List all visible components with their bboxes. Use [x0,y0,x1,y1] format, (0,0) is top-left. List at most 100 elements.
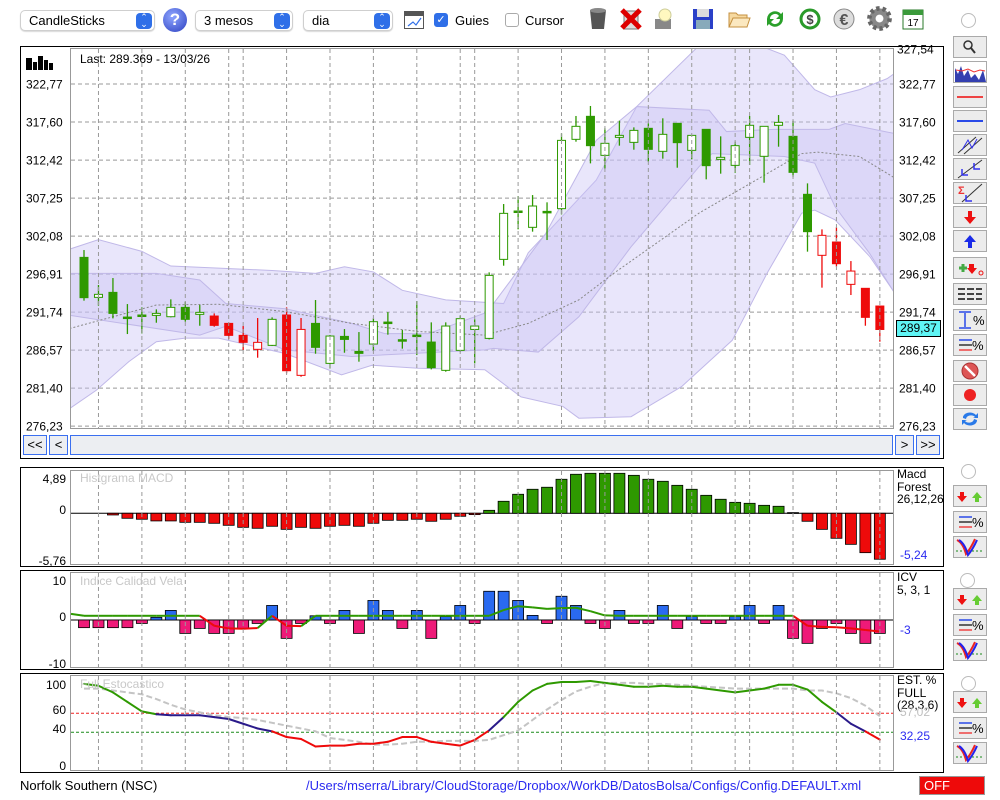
icv-title: Indice Calidad Vela [80,574,183,588]
icv-line-segment [70,612,85,617]
add-signal-button[interactable] [953,257,987,279]
stoch-k-segment [140,710,158,716]
price-tick-label: 291,74 [899,306,936,320]
stoch-k-segment [386,736,404,743]
sum-trendline-button[interactable]: Σ [953,182,987,204]
lines-percent-button[interactable]: % [953,334,987,356]
price-tick-label-left: 281,40 [26,382,63,396]
price-tick-label-left: 317,60 [26,115,63,129]
icv-y-zero: 0 [59,610,66,624]
icv-bar [859,619,872,644]
lines-percent-icon: % [959,618,984,633]
macd-bar [845,512,857,545]
stoch-oscillator-button[interactable] [953,742,987,764]
macd-bar [353,512,365,527]
magnifier-icon [963,40,976,54]
record-button[interactable] [953,384,987,406]
range-percent-button[interactable]: % [953,309,987,331]
nav-first-button[interactable]: << [23,435,47,455]
icv-lines-percent-button[interactable]: % [953,613,987,636]
candle-body [426,341,436,369]
candle-body [658,133,668,152]
stoch-k-segment [111,691,129,703]
price-tick-label: 317,60 [899,115,936,129]
stoch-k-segment [618,683,635,688]
icv-bar [845,619,857,634]
nav-prev-button[interactable]: < [49,435,68,455]
stoch-signals-button[interactable] [953,691,987,713]
macd-bar [193,512,206,523]
dashed-lines-icon [958,288,982,300]
buy-marker-button[interactable] [953,230,987,252]
dashed-lines-button[interactable] [953,283,987,305]
blue-line-button[interactable] [953,110,987,132]
macd-signals-button[interactable] [953,485,987,507]
stop-button[interactable] [953,360,987,382]
icv-bar [107,619,119,629]
icv-bar [758,619,770,624]
price-tick-label-left: 276,23 [26,420,63,434]
macd-bar [107,512,119,516]
macd-lines-percent-button[interactable]: % [953,510,987,533]
icv-panel-radio[interactable] [960,573,975,588]
icv-line-segment [836,626,851,630]
candle-body [195,311,205,315]
status-off-button[interactable]: OFF [919,776,985,795]
candle-body [701,128,711,167]
icv-bar [425,619,438,639]
icv-bar [251,619,264,624]
icv-oscillator-button[interactable] [953,639,987,661]
macd-bar [526,488,539,514]
current-price-tag: 289,37 [896,320,941,337]
date-scrollbar[interactable] [70,435,893,455]
icv-line-segment [807,624,823,628]
stoch-k-segment [719,689,737,694]
macd-bar [772,505,785,514]
macd-bar [121,512,134,519]
icv-bar [193,619,206,629]
candle-body [441,325,451,371]
price-tick-label: 327,54 [897,42,934,56]
trendline-button[interactable] [953,158,987,180]
icv-line-segment [590,610,606,617]
candle-body [122,316,132,320]
range-percent-icon: % [959,311,985,329]
nav-last-button[interactable]: >> [916,435,940,455]
sell-marker-button[interactable] [953,206,987,228]
nav-next-button[interactable]: > [895,435,914,455]
candle-body [759,125,769,157]
price-tick-label: 276,23 [899,420,936,434]
macd-oscillator-button[interactable] [953,536,987,558]
candle-body [339,335,349,340]
config-path-link[interactable]: /Users/mserra/Library/CloudStorage/Dropb… [306,778,861,793]
candle-body [267,318,277,346]
mini-chart-icon [955,66,986,82]
macd-bar [859,512,872,554]
candle-body [296,328,306,376]
channel-icon [957,136,983,155]
red-line-button[interactable] [953,86,987,108]
price-tick-label: 302,08 [899,230,936,244]
stoch-panel-radio[interactable] [961,676,976,691]
macd-bar [512,493,524,514]
icv-signals-button[interactable] [953,588,987,610]
last-price-label: Last: 289.369 - 13/03/26 [80,52,211,66]
sync-button[interactable] [953,408,987,430]
icv-bar [671,619,684,629]
channel-button[interactable] [953,134,987,156]
red-green-arrows-icon [957,698,982,708]
svg-text:%: % [972,618,984,633]
oscillator-curve-icon [956,744,984,763]
stoch-lines-percent-button[interactable]: % [953,716,987,739]
price-tick-label: 322,77 [899,78,936,92]
lines-percent-icon: % [959,721,984,736]
macd-bar [164,512,177,522]
price-tick-label-left: 296,91 [26,268,63,282]
icv-bar [700,619,713,624]
macd-panel-radio[interactable] [961,464,976,479]
zoom-button[interactable] [953,36,987,58]
macd-bar [150,512,163,522]
stoch-k-segment [849,722,867,733]
macd-bar [439,512,452,520]
overview-chart-button[interactable] [953,61,987,83]
